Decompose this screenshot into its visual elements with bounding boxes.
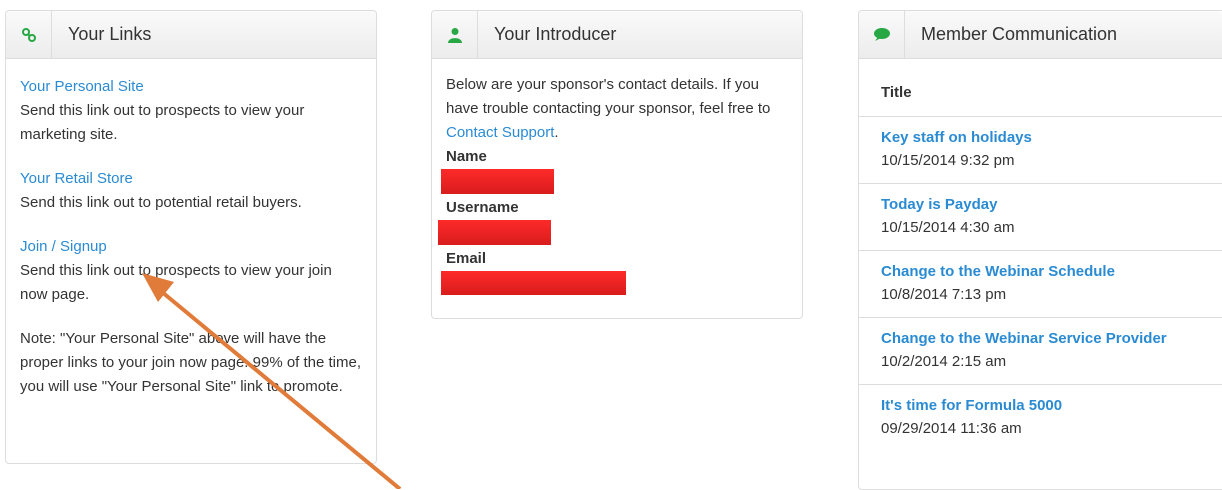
contact-support-link[interactable]: Contact Support [446, 124, 554, 141]
message-date: 09/29/2014 11:36 am [881, 420, 1022, 437]
link-description: Send this link out to prospects to view … [20, 262, 332, 303]
panel-title: Your Introducer [494, 24, 617, 44]
personal-site-link[interactable]: Your Personal Site [20, 78, 144, 95]
member-communication-heading: Member Communication [859, 11, 1222, 59]
message-row: Today is Payday 10/15/2014 4:30 am [859, 184, 1222, 251]
message-title-link[interactable]: It's time for Formula 5000 [881, 395, 1222, 417]
name-label: Name [446, 148, 487, 165]
column-header-title: Title [859, 59, 1222, 117]
user-icon [432, 11, 478, 58]
redacted-name [441, 169, 554, 194]
your-links-heading: Your Links [6, 11, 376, 59]
message-date: 10/15/2014 9:32 pm [881, 152, 1015, 169]
message-row: Key staff on holidays 10/15/2014 9:32 pm [859, 117, 1222, 184]
message-title-link[interactable]: Key staff on holidays [881, 127, 1222, 149]
link-description: Send this link out to prospects to view … [20, 102, 305, 143]
redacted-username [438, 220, 551, 245]
username-label: Username [446, 199, 519, 216]
your-links-panel: Your Links Your Personal Site Send this … [5, 10, 377, 464]
link-description: Send this link out to potential retail b… [20, 194, 302, 211]
your-introducer-panel: Your Introducer Below are your sponsor's… [431, 10, 803, 319]
message-title-link[interactable]: Today is Payday [881, 194, 1222, 216]
your-introducer-heading: Your Introducer [432, 11, 802, 59]
message-row: Change to the Webinar Schedule 10/8/2014… [859, 251, 1222, 318]
link-icon [6, 11, 52, 58]
redacted-email [441, 271, 626, 295]
panel-title: Your Links [68, 24, 152, 44]
comment-icon [859, 11, 905, 58]
message-date: 10/8/2014 7:13 pm [881, 286, 1007, 303]
retail-store-link[interactable]: Your Retail Store [20, 170, 133, 187]
message-title-link[interactable]: Change to the Webinar Service Provider [881, 328, 1222, 350]
introducer-intro-text: Below are your sponsor's contact details… [446, 76, 771, 141]
link-item-join-signup: Join / Signup Send this link out to pros… [20, 235, 362, 307]
message-date: 10/2/2014 2:15 am [881, 353, 1007, 370]
link-item-retail-store: Your Retail Store Send this link out to … [20, 167, 362, 215]
email-label: Email [446, 250, 487, 267]
member-communication-panel: Member Communication Title Key staff on … [858, 10, 1222, 490]
message-title-link[interactable]: Change to the Webinar Schedule [881, 261, 1222, 283]
panel-title: Member Communication [921, 24, 1118, 44]
message-row: Change to the Webinar Service Provider 1… [859, 318, 1222, 385]
links-note: Note: "Your Personal Site" above will ha… [20, 330, 362, 395]
join-signup-link[interactable]: Join / Signup [20, 238, 107, 255]
message-date: 10/15/2014 4:30 am [881, 219, 1015, 236]
link-item-personal-site: Your Personal Site Send this link out to… [20, 75, 362, 147]
message-row: It's time for Formula 5000 09/29/2014 11… [859, 385, 1222, 452]
